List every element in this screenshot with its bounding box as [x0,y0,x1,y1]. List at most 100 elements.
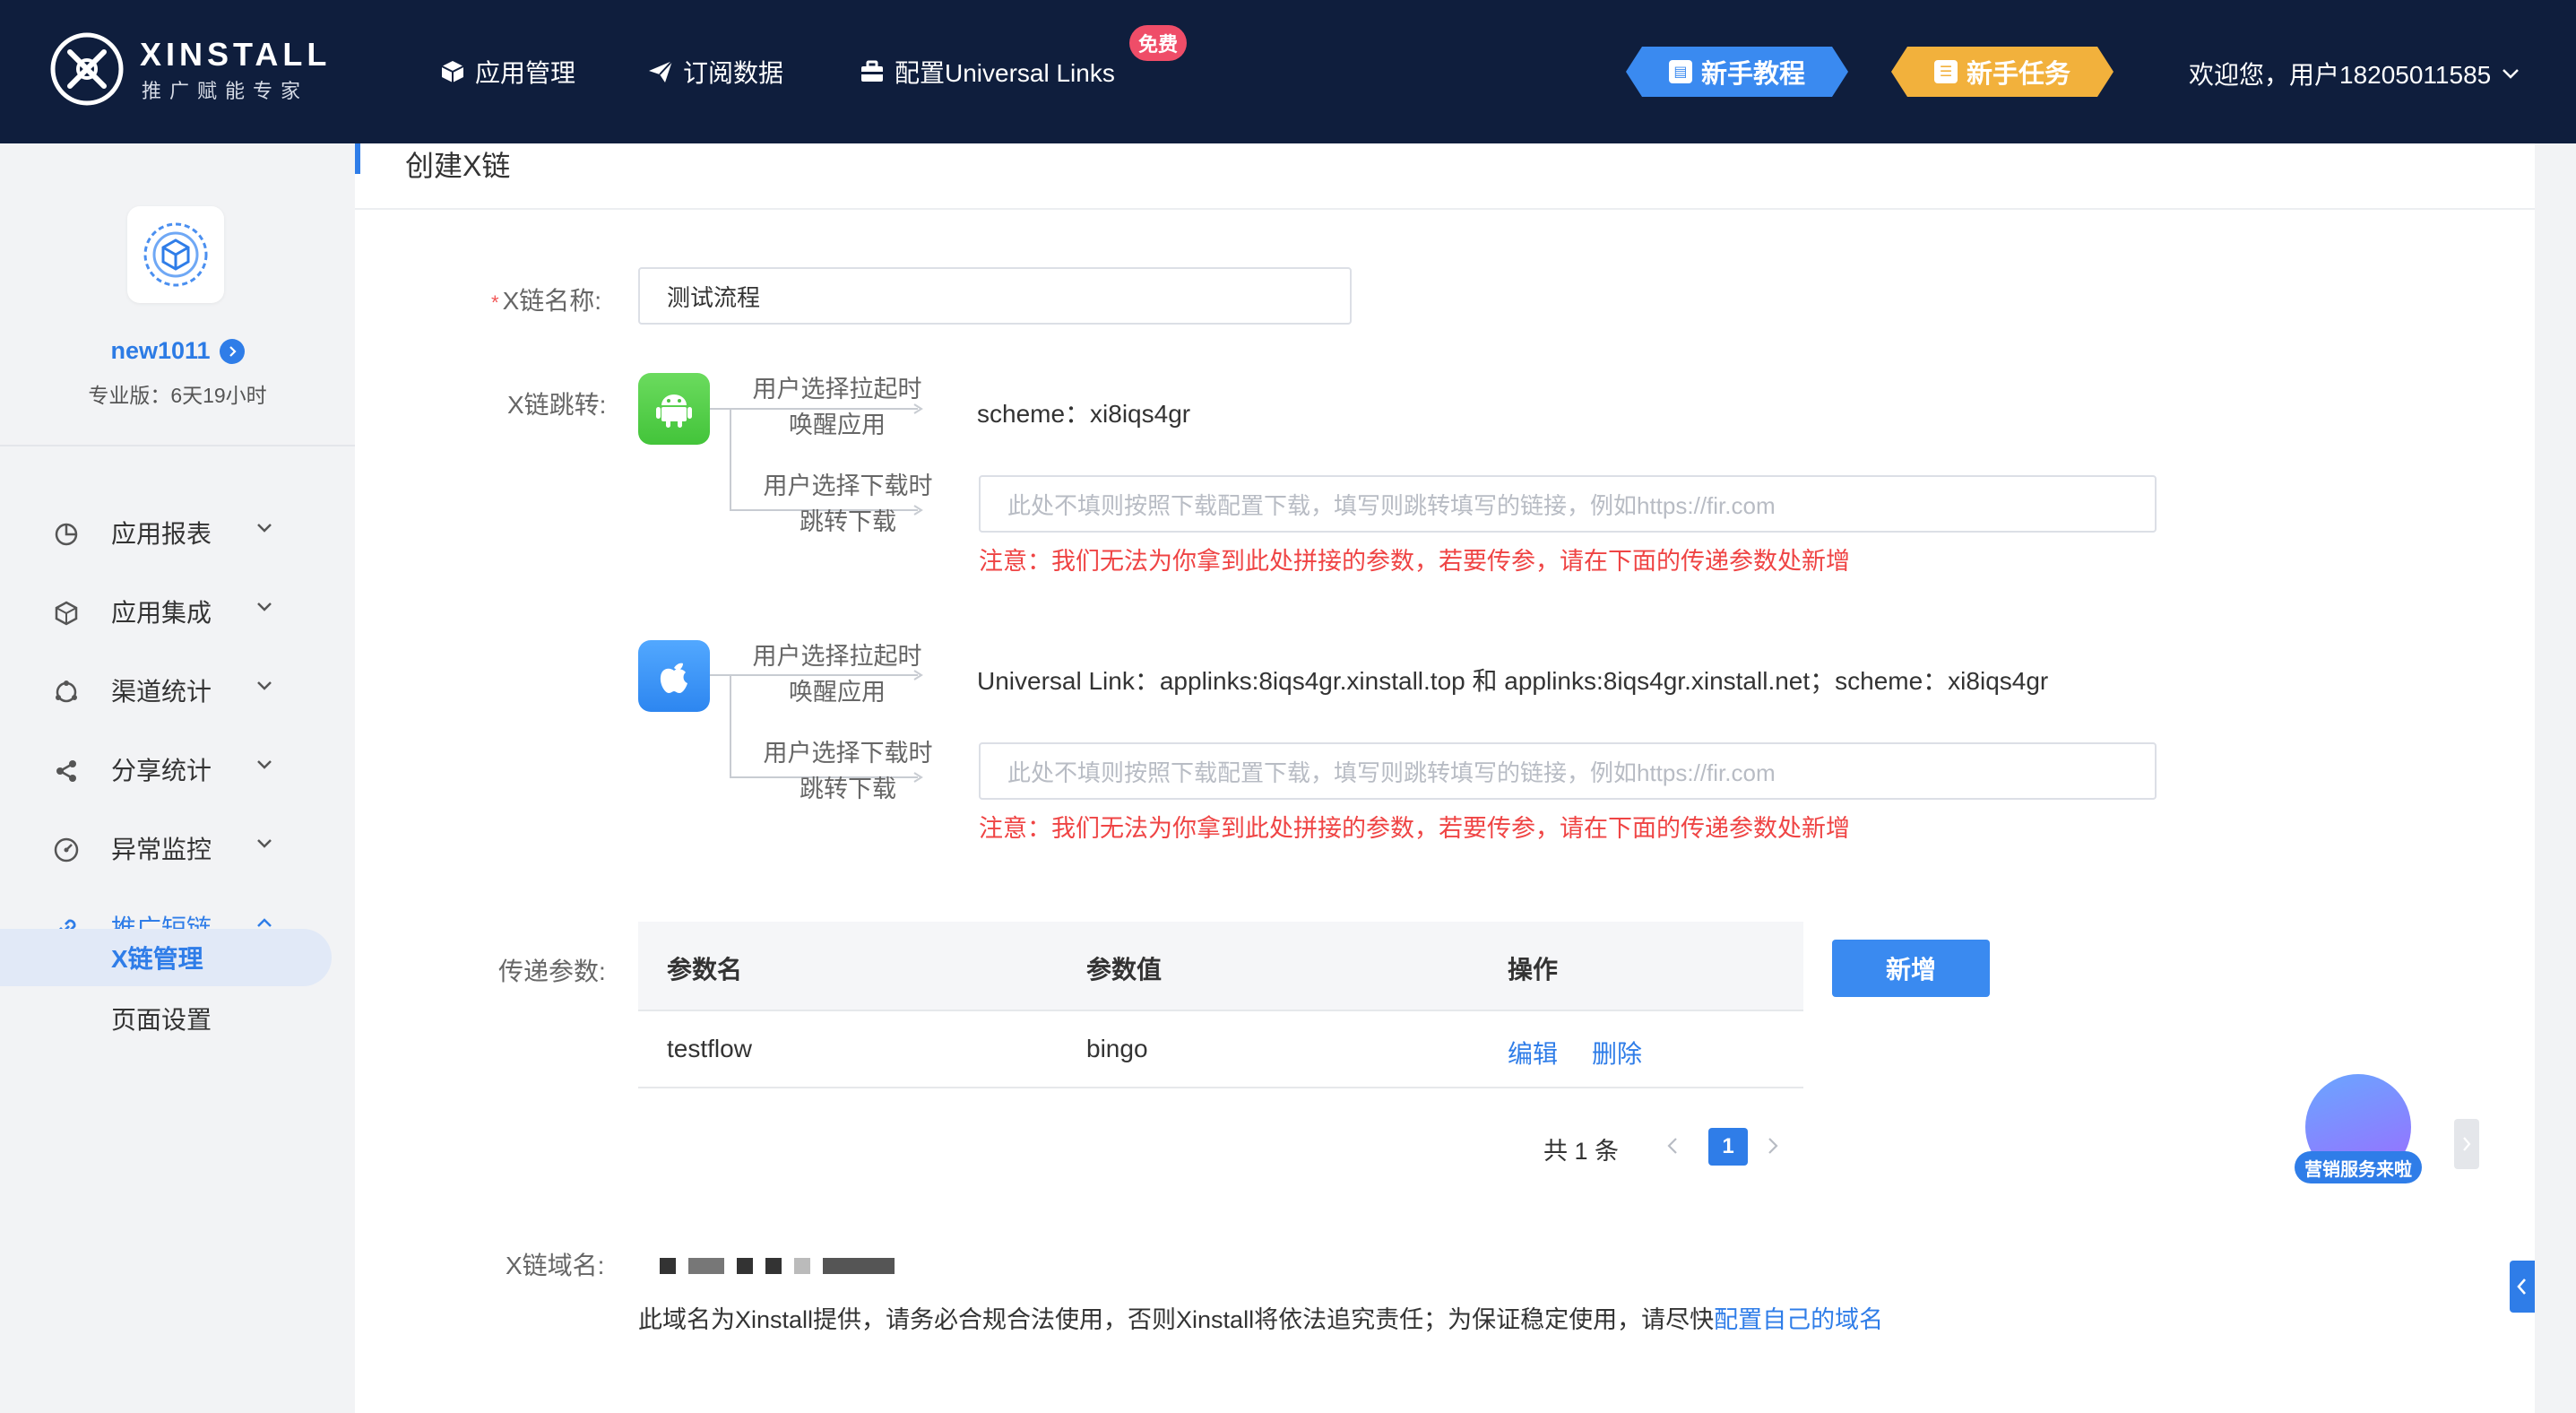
username-text: new1011 [110,337,211,364]
table-header: 参数名 参数值 操作 [638,922,1803,1011]
app-logo-icon [143,222,208,287]
android-download-line2: 跳转下载 [800,508,896,535]
table-row: testflow bingo 编辑 删除 [638,1011,1803,1088]
promo-label: 营销服务来啦 [2295,1151,2422,1183]
nav-universal-links[interactable]: 配置Universal Links [859,54,1115,90]
branch-line [730,408,731,510]
domain-note: 此域名为Xinstall提供，请务必合规合法使用，否则Xinstall将依法追究… [638,1300,1883,1335]
apple-icon [638,640,710,712]
paper-plane-icon [649,60,673,82]
box-icon [52,599,81,628]
pie-chart-icon [52,520,81,549]
welcome-text: 欢迎您，用户18205011585 [2189,61,2492,89]
page-title: 创建X链 [405,150,511,182]
xlink-name-label: * X链名称: [491,282,601,317]
nav-app-management[interactable]: 应用管理 [439,54,575,90]
chevron-left-icon[interactable] [1665,1130,1680,1162]
chevron-left-icon[interactable] [2510,1261,2535,1313]
android-wake-line1: 用户选择拉起时 [752,376,922,403]
task-button[interactable]: ☰ 新手任务 [1891,47,2114,97]
submenu-label: 页面设置 [111,1006,212,1034]
chevron-right-icon[interactable] [2454,1119,2479,1169]
gauge-icon [52,836,81,864]
menu-label: 分享统计 [111,757,212,785]
column-header: 操作 [1508,956,1559,984]
ios-wake-line1: 用户选择拉起时 [752,643,922,670]
plan-info: 专业版：6天19小时 [88,384,267,407]
cube-icon [441,61,464,82]
ios-download-line2: 跳转下载 [800,776,896,802]
chevron-right-icon[interactable] [219,338,245,364]
menu-label: 应用报表 [111,520,212,548]
avatar[interactable] [127,206,224,303]
android-wake-value: scheme：xi8iqs4gr [977,400,1191,428]
menu-anomaly-monitor[interactable]: 异常监控 [0,821,355,875]
edit-link[interactable]: 编辑 [1508,1035,1558,1071]
domain-note-text: 此域名为Xinstall提供，请务必合规合法使用，否则Xinstall将依法追究… [638,1306,1715,1333]
ios-wake-value: Universal Link：applinks:8iqs4gr.xinstall… [977,667,2049,695]
menu-label: 异常监控 [111,836,212,863]
username[interactable]: new1011 [0,337,355,365]
chevron-down-icon [257,839,272,848]
brand-name: XINSTALL [140,36,332,73]
pagination-page[interactable]: 1 [1708,1128,1748,1166]
android-download-url-input[interactable]: 此处不填则按照下载配置下载，填写则跳转填写的链接，例如https://fir.c… [979,475,2157,533]
chevron-down-icon [257,602,272,611]
required-mark: * [491,291,499,314]
menu-app-integration[interactable]: 应用集成 [0,585,355,638]
panel-header: 创建X链 [355,143,2535,210]
chevron-down-icon [257,524,272,533]
add-param-button[interactable]: 新增 [1832,940,1990,997]
nav-label: 订阅数据 [683,59,784,87]
marketing-service-widget[interactable]: 营销服务来啦 [2291,1074,2425,1191]
top-bar: XINSTALL 推广赋能专家 应用管理 订阅数据 配置Universal Li… [0,0,2576,143]
ios-wake-line2: 唤醒应用 [789,679,886,706]
ios-warning: 注意：我们无法为你拿到此处拼接的参数，若要传参，请在下面的传递参数处新增 [979,815,1850,842]
menu-label: 应用集成 [111,599,212,627]
branch-line [730,674,731,776]
ios-download-url-input[interactable]: 此处不填则按照下载配置下载，填写则跳转填写的链接，例如https://fir.c… [979,742,2157,800]
delete-link[interactable]: 删除 [1592,1035,1642,1071]
param-value: bingo [1086,1035,1148,1062]
toolbox-icon [861,60,883,82]
task-icon: ☰ [1934,60,1958,83]
xlink-name-input[interactable]: 测试流程 [638,267,1352,325]
chevron-right-icon[interactable] [1766,1130,1780,1162]
android-warning: 注意：我们无法为你拿到此处拼接的参数，若要传参，请在下面的传递参数处新增 [979,548,1850,575]
submenu-page-settings[interactable]: 页面设置 [0,990,332,1047]
domain-label: X链域名: [506,1252,605,1279]
book-icon: ▤ [1669,60,1692,83]
android-icon [638,373,710,445]
column-header: 参数名 [667,956,743,984]
menu-app-report[interactable]: 应用报表 [0,506,355,559]
xlink-jump-label: X链跳转: [507,391,607,419]
menu-share-stats[interactable]: 分享统计 [0,742,355,796]
chevron-down-icon [257,681,272,690]
title-accent-bar [355,143,360,174]
pagination-total: 共 1 条 [1543,1138,1620,1165]
masked-domain [660,1255,895,1277]
share-icon [52,757,81,785]
free-badge: 免费 [1129,25,1188,61]
main-panel: 创建X链 * X链名称: 测试流程 X链跳转: 用户选择拉起时 唤醒应用 sche… [355,143,2535,1413]
tutorial-label: 新手教程 [1700,60,1805,89]
xlink-name-label-text: X链名称: [502,287,602,315]
brand-tagline: 推广赋能专家 [142,80,309,102]
submenu-xlink-management[interactable]: X链管理 [0,929,332,986]
menu-channel-stats[interactable]: 渠道统计 [0,663,355,717]
user-menu[interactable]: 欢迎您，用户18205011585 [2189,56,2520,91]
divider [0,445,355,446]
channel-icon [52,678,81,706]
task-label: 新手任务 [1966,60,2070,89]
ios-download-line1: 用户选择下载时 [763,740,933,767]
submenu-label: X链管理 [111,945,203,973]
nav-subscription-data[interactable]: 订阅数据 [647,54,783,90]
xinstall-logo-icon[interactable] [48,30,125,108]
tutorial-button[interactable]: ▤ 新手教程 [1626,47,1848,97]
param-name: testflow [667,1035,752,1062]
sidebar: new1011 专业版：6天19小时 应用报表 应用集成 渠道统计 分享统计 异… [0,143,355,1413]
chevron-up-icon [257,918,272,927]
nav-label: 应用管理 [475,59,576,87]
column-header: 参数值 [1086,956,1163,984]
configure-domain-link[interactable]: 配置自己的域名 [1714,1306,1883,1333]
